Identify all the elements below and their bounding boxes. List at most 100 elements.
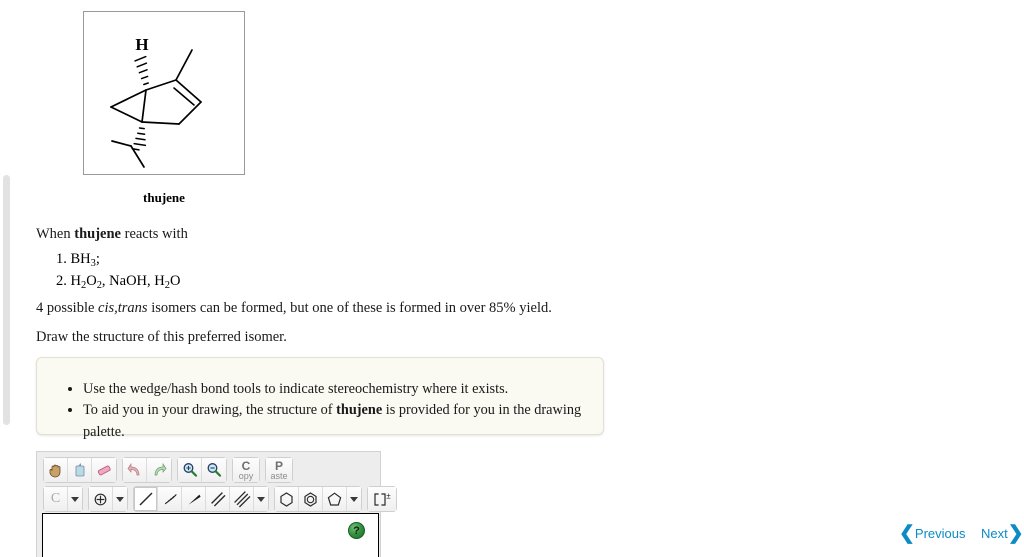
redo-arrow-icon xyxy=(154,462,167,476)
thujene-skeletal-svg: H xyxy=(110,35,202,168)
pentagon-icon xyxy=(327,491,342,506)
previous-label: Previous xyxy=(914,526,966,541)
hint-2-pre: To aid you in your drawing, the structur… xyxy=(83,402,337,419)
hash-bond-to-isopropyl xyxy=(131,127,147,151)
benzene-ring-tool[interactable] xyxy=(299,487,323,511)
bracket-charge-tool[interactable]: ± xyxy=(368,487,396,511)
hash-bond-icon xyxy=(164,494,177,505)
hand-icon xyxy=(49,464,60,478)
undo-button[interactable] xyxy=(123,458,147,482)
page-root: H thujene When thujene reacts with 1. BH… xyxy=(0,0,1024,557)
magnifier-plus-icon xyxy=(183,463,197,477)
intro-pre: When xyxy=(36,226,75,242)
help-icon[interactable]: ? xyxy=(348,522,365,539)
wedge-bond-tool[interactable] xyxy=(182,487,206,511)
magnifier-minus-icon xyxy=(207,463,222,477)
history-tool-group xyxy=(122,457,172,483)
zoom-tool-group xyxy=(177,457,227,483)
chevron-left-icon: ❮ xyxy=(899,523,915,544)
structure-caption: thujene xyxy=(143,190,185,205)
next-button[interactable]: Next ❯ xyxy=(981,524,1024,543)
draw-prompt: Draw the structure of this preferred iso… xyxy=(36,329,287,345)
atom-dropdown-button[interactable] xyxy=(68,487,82,511)
previous-button[interactable]: ❮ Previous xyxy=(899,524,966,543)
triple-bond-tool[interactable] xyxy=(230,487,254,511)
hexagon-icon xyxy=(280,491,293,507)
hydrogen-label: H xyxy=(135,35,148,54)
paste-button-rest: aste xyxy=(270,470,288,481)
isomers-italic: cis,trans xyxy=(98,300,148,316)
reagent-2-formula: H2O2, NaOH, H2O xyxy=(70,273,181,291)
question-intro: When thujene reacts with xyxy=(36,225,188,243)
cyclohexane-ring-tool[interactable] xyxy=(275,487,299,511)
isomers-pre: 4 possible xyxy=(36,300,99,316)
plus-circle-icon xyxy=(94,493,107,505)
reagent-step-2: 2. H2O2, NaOH, H2O xyxy=(56,271,180,293)
hint-box: Use the wedge/hash bond tools to indicat… xyxy=(36,357,604,440)
benzene-icon xyxy=(304,491,317,507)
svg-text:±: ± xyxy=(386,491,391,500)
molecule-drawing-canvas[interactable]: ? xyxy=(42,513,379,557)
clipboard-tool-group: C opy xyxy=(232,457,260,483)
chevron-right-icon: ❯ xyxy=(1007,523,1024,544)
manipulate-tool-group xyxy=(43,457,117,483)
charge-tool-group xyxy=(88,486,128,512)
reagent-step-1: 1. BH3; xyxy=(56,249,180,271)
cyclopentane-ring-tool[interactable] xyxy=(323,487,347,511)
hint-1-text: Use the wedge/hash bond tools to indicat… xyxy=(83,381,509,397)
atom-tool-group: C xyxy=(43,486,83,512)
triple-bond-icon xyxy=(233,491,250,508)
chevron-down-icon xyxy=(350,496,358,502)
zoom-out-button[interactable] xyxy=(202,458,226,482)
single-bond-tool[interactable] xyxy=(134,487,158,511)
select-icon xyxy=(75,463,84,477)
undo-arrow-icon xyxy=(127,462,139,476)
chevron-down-icon xyxy=(71,496,79,502)
pan-tool[interactable] xyxy=(44,458,68,482)
intro-post: reacts with xyxy=(120,226,188,242)
palette-toolbar-row-2: C ± xyxy=(37,485,397,512)
paste-tool-group: P aste xyxy=(265,457,293,483)
double-bond-icon xyxy=(210,492,225,507)
wedge-bond-icon xyxy=(188,494,201,505)
ring-tool-group xyxy=(274,486,362,512)
charge-tool[interactable] xyxy=(89,487,113,511)
copy-button[interactable]: C opy xyxy=(233,458,259,482)
bracket-charge-icon: ± xyxy=(374,491,391,506)
paste-button[interactable]: P aste xyxy=(266,458,292,482)
hash-bond-to-hydrogen xyxy=(134,55,149,86)
bracket-tool-group: ± xyxy=(367,486,397,512)
isomers-post: isomers can be formed, but one of these … xyxy=(147,300,552,316)
hint-item: To aid you in your drawing, the structur… xyxy=(83,400,603,443)
eraser-icon xyxy=(97,465,111,476)
copy-button-rest: opy xyxy=(238,470,254,481)
chevron-down-icon xyxy=(257,496,265,502)
lasso-select-tool[interactable] xyxy=(68,458,92,482)
carbon-atom-tool[interactable]: C xyxy=(44,487,68,511)
plain-bond-icon xyxy=(138,492,153,506)
isomer-statement: 4 possible cis,trans isomers can be form… xyxy=(36,299,552,317)
zoom-in-button[interactable] xyxy=(178,458,202,482)
charge-dropdown-button[interactable] xyxy=(113,487,127,511)
hint-item: Use the wedge/hash bond tools to indicat… xyxy=(83,379,603,400)
chevron-down-icon xyxy=(116,496,124,502)
next-label: Next xyxy=(981,526,1008,541)
reagent-1-number: 1. xyxy=(56,251,67,267)
paste-button-initial: P xyxy=(274,458,283,473)
bond-tool-group xyxy=(133,486,269,512)
double-bond-tool[interactable] xyxy=(206,487,230,511)
hint-list: Use the wedge/hash bond tools to indicat… xyxy=(37,358,603,443)
hint-2-bold: thujene xyxy=(336,402,383,419)
thujene-structure-image: H xyxy=(83,11,245,175)
reagent-1-formula: BH3; xyxy=(70,251,100,269)
vertical-scrollbar[interactable] xyxy=(3,175,10,425)
eraser-tool[interactable] xyxy=(92,458,116,482)
palette-toolbar-row-1: C opy P aste xyxy=(37,452,380,485)
hash-bond-tool[interactable] xyxy=(158,487,182,511)
ring-dropdown-button[interactable] xyxy=(347,487,361,511)
bond-dropdown-button[interactable] xyxy=(254,487,268,511)
redo-button[interactable] xyxy=(147,458,171,482)
reagent-2-number: 2. xyxy=(56,273,67,290)
intro-bold: thujene xyxy=(74,226,121,242)
copy-button-initial: C xyxy=(241,458,251,473)
